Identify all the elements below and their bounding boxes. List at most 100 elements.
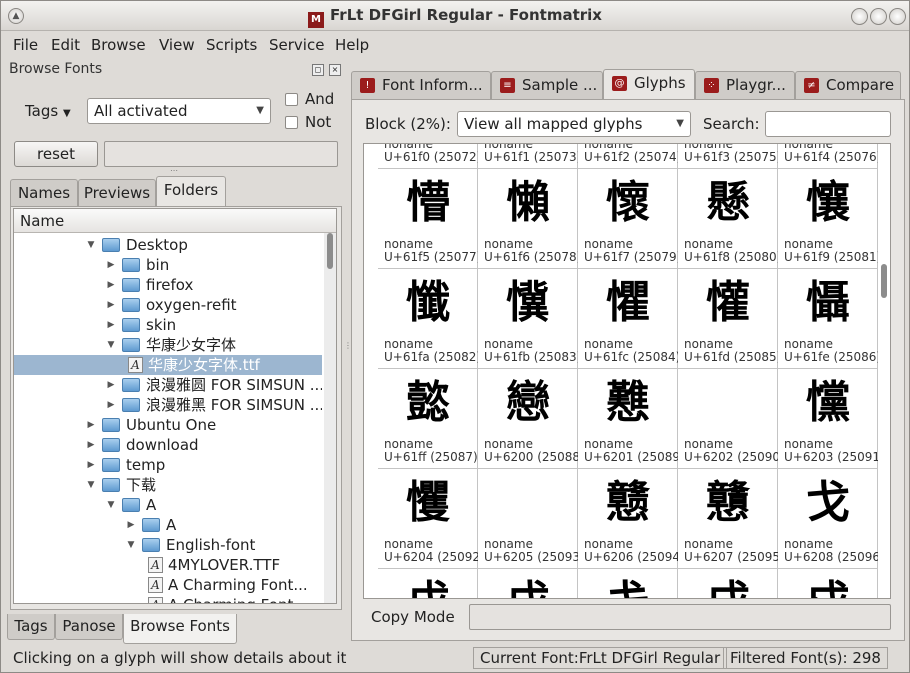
expand-arrow-icon[interactable]: ▶ [106,375,116,395]
glyph-grid[interactable]: noname U+61f0 (25072) noname U+61f1 (25073)… [363,143,891,599]
expand-arrow-icon[interactable]: ▶ [86,415,96,435]
collapse-arrow-icon[interactable]: ▼ [86,475,96,495]
tab-compare[interactable]: ≠ Compare [795,71,901,99]
glyph-cell[interactable]: 戆 noname U+6206 (25094) [578,469,685,569]
folder-tree[interactable]: Name ▼ Desktop ▶ bin ▶ firefox ▶ oxygen-refit ▶ s… [13,208,337,604]
tab-previews[interactable]: Previews [78,179,156,207]
menu-help[interactable]: Help [335,36,369,54]
glyph-cell[interactable]: noname U+61f0 (25072) [378,144,481,169]
collapse-arrow-icon[interactable]: ▼ [86,235,96,255]
tree-folder-item[interactable]: ▼ English-font [14,535,322,555]
expand-arrow-icon[interactable]: ▶ [126,515,136,535]
tab-folders[interactable]: Folders [156,176,226,207]
menu-scripts[interactable]: Scripts [206,36,257,54]
glyph-cell[interactable]: noname U+6205 (25093) [478,469,585,569]
glyph-cell[interactable]: 戇 noname U+6207 (25095) [678,469,785,569]
tree-folder-item[interactable]: ▶ A [14,515,322,535]
glyph-cell[interactable]: 戉 [378,569,478,598]
block-combo[interactable]: View all mapped glyphs ▼ [457,111,691,137]
tab-playground[interactable]: ⁘ Playgr... [695,71,795,99]
glyph-cell[interactable]: 懹 noname U+61f9 (25081) [778,169,881,269]
tree-folder-item[interactable]: ▶ 浪漫雅圆 FOR SIMSUN ... [14,375,322,395]
glyph-cell[interactable]: noname U+61f1 (25073) [478,144,581,169]
tree-folder-item[interactable]: ▶ temp [14,455,322,475]
expand-arrow-icon[interactable]: ▶ [106,275,116,295]
tab-panose[interactable]: Panose [55,614,123,640]
tab-browse-fonts[interactable]: Browse Fonts [123,614,237,644]
tree-folder-item[interactable]: ▶ download [14,435,322,455]
filter-field[interactable] [104,141,338,167]
tree-folder-item[interactable]: ▼ Desktop [14,235,322,255]
menu-browse[interactable]: Browse [91,36,146,54]
and-checkbox[interactable] [285,93,298,106]
glyph-scrollbar[interactable] [878,144,890,598]
tags-combo[interactable]: All activated ▼ [87,98,271,124]
expand-arrow-icon[interactable]: ▶ [86,435,96,455]
tree-folder-item[interactable]: ▶ oxygen-refit [14,295,322,315]
splitter-handle[interactable]: ⋯ [170,166,178,175]
glyph-cell[interactable]: 懻 noname U+61fb (25083) [478,269,581,369]
tree-font-item[interactable]: A 华康少女字体.ttf [14,355,322,375]
tree-font-item[interactable]: A 4MYLOVER.TTF [14,555,322,575]
tree-folder-item[interactable]: ▶ firefox [14,275,322,295]
expand-arrow-icon[interactable]: ▶ [106,315,116,335]
not-checkbox[interactable] [285,116,298,129]
reset-button[interactable]: reset [14,141,98,167]
collapse-arrow-icon[interactable]: ▼ [126,535,136,555]
glyph-cell[interactable]: 戄 noname U+6204 (25092) [378,469,485,569]
menu-file[interactable]: File [13,36,38,54]
collapse-arrow-icon[interactable]: ▼ [106,335,116,355]
tree-scrollbar[interactable] [324,233,336,603]
glyph-cell[interactable]: 懾 noname U+61fe (25086) [778,269,881,369]
tree-folder-item[interactable]: ▶ Ubuntu One [14,415,322,435]
glyph-cell[interactable]: 戍 [778,569,878,598]
tree-folder-item[interactable]: ▼ 下载 [14,475,322,495]
glyph-cell[interactable]: 戈 noname U+6208 (25096) [778,469,885,569]
glyph-cell[interactable]: 戊 [478,569,578,598]
tab-glyphs[interactable]: @ Glyphs [603,69,695,100]
glyph-cell[interactable]: 懿 noname U+61ff (25087) [378,369,478,469]
menu-service[interactable]: Service [269,36,324,54]
expand-arrow-icon[interactable]: ▶ [106,255,116,275]
search-input[interactable] [765,111,891,137]
tree-scroll-thumb[interactable] [327,233,333,269]
glyph-cell[interactable]: noname U+61f2 (25074) [578,144,681,169]
expand-arrow-icon[interactable]: ▶ [106,395,116,415]
tree-font-item[interactable]: A A Charming Font... [14,575,322,595]
tab-sample[interactable]: ≡ Sample ... [491,71,603,99]
glyph-cell[interactable]: 懶 noname U+61f6 (25078) [478,169,581,269]
tree-font-item[interactable]: A A Charming Font... [14,595,322,603]
glyph-cell[interactable]: 戀 noname U+6200 (25088) [478,369,585,469]
float-panel-icon[interactable]: ◻ [312,64,324,76]
expand-arrow-icon[interactable]: ▶ [86,455,96,475]
glyph-cell[interactable]: 戁 noname U+6201 (25089) [578,369,685,469]
tree-folder-item[interactable]: ▼ A [14,495,322,515]
glyph-cell[interactable]: 懷 noname U+61f7 (25079) [578,169,681,269]
copy-mode-field[interactable] [469,604,891,630]
expand-arrow-icon[interactable]: ▶ [106,295,116,315]
glyph-cell[interactable]: 戌 [678,569,778,598]
glyph-cell[interactable]: noname U+61f4 (25076) [778,144,881,169]
glyph-cell[interactable]: 懺 noname U+61fa (25082) [378,269,481,369]
tree-header-name[interactable]: Name [14,209,336,233]
menu-edit[interactable]: Edit [51,36,80,54]
glyph-scroll-thumb[interactable] [881,264,887,298]
close-panel-icon[interactable]: × [329,64,341,76]
collapse-arrow-icon[interactable]: ▼ [106,495,116,515]
tree-folder-item[interactable]: ▶ 浪漫雅黑 FOR SIMSUN ... [14,395,322,415]
glyph-cell[interactable]: 懵 noname U+61f5 (25077) [378,169,481,269]
glyph-cell[interactable]: 戋 [578,569,678,598]
maximize-button[interactable] [870,8,887,25]
tab-names[interactable]: Names [10,179,78,207]
glyph-cell[interactable]: 戃 noname U+6203 (25091) [778,369,885,469]
tab-tags-bottom[interactable]: Tags [7,614,55,640]
menu-view[interactable]: View [159,36,195,54]
tree-folder-item[interactable]: ▶ bin [14,255,322,275]
glyph-cell[interactable]: 懽 noname U+61fd (25085) [678,269,781,369]
glyph-cell[interactable]: noname U+61f3 (25075) [678,144,781,169]
close-button[interactable] [889,8,906,25]
minimize-button[interactable] [851,8,868,25]
tab-font-information[interactable]: ! Font Inform... [351,71,491,99]
tree-folder-item[interactable]: ▶ skin [14,315,322,335]
glyph-cell[interactable]: 懼 noname U+61fc (25084) [578,269,680,369]
